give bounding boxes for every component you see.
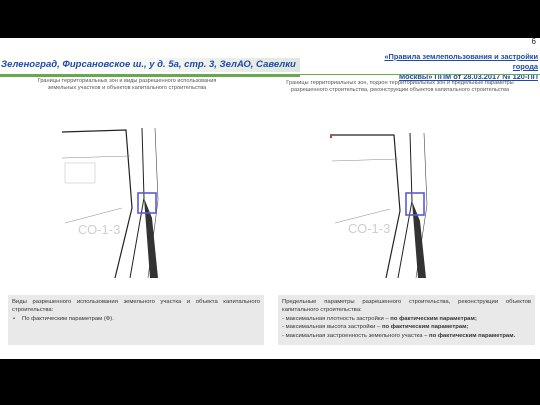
left-map-caption: Границы территориальных зон и виды разре… — [37, 78, 217, 92]
slide: 6 Зеленоград, Фирсановское ш., у д. 5а, … — [0, 38, 540, 359]
left-zone-label: СО-1-3 — [78, 222, 120, 237]
construction-limits-intro: Предельные параметры разрешенного строит… — [282, 299, 531, 314]
rules-title: «Правила землепользования и застройки го… — [368, 52, 538, 82]
right-map-caption: Границы территориальных зон, подзон терр… — [286, 80, 514, 94]
limit-item-coverage: - максимальная застроенность земельного … — [282, 332, 531, 340]
construction-limits-panel: Предельные параметры разрешенного строит… — [278, 295, 535, 345]
left-zoning-map: СО-1-3 — [60, 128, 180, 278]
permitted-use-bullet: По фактическим параметрам (Ф). — [12, 315, 260, 324]
limit-item-height: - максимальная высота застройки – по фак… — [282, 323, 531, 331]
right-zoning-map: СО-1-3 — [330, 133, 450, 278]
right-zone-label: СО-1-3 — [348, 221, 390, 236]
limit-label: - максимальная плотность застройки – — [282, 315, 391, 322]
limit-item-density: - максимальная плотность застройки – по … — [282, 315, 531, 323]
page-number: 6 — [531, 38, 536, 46]
accent-strip — [0, 74, 300, 77]
rules-title-line1: «Правила землепользования и застройки — [384, 52, 538, 61]
limit-label: - максимальная застроенность земельного … — [282, 332, 430, 339]
accent-separator — [300, 74, 540, 75]
limit-value: по фактическим параметрам. — [429, 332, 516, 339]
page-title: Зеленоград, Фирсановское ш., у д. 5а, ст… — [1, 59, 296, 70]
limit-value: по фактическим параметрам; — [390, 315, 477, 322]
permitted-use-text: Виды разрешенного использования земельно… — [12, 299, 260, 314]
limit-value: по фактическим параметрам; — [381, 324, 469, 331]
rules-title-line2: города — [512, 62, 538, 71]
permitted-use-panel: Виды разрешенного использования земельно… — [8, 295, 264, 345]
limit-label: - максимальная высота застройки – — [282, 324, 382, 331]
